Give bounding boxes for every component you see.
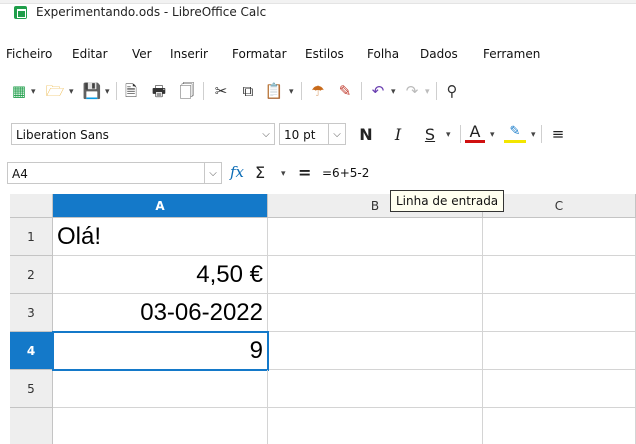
row-header-6[interactable] xyxy=(10,408,53,444)
formula-value: =6+5-2 xyxy=(322,166,370,180)
row-header-2[interactable]: 2 xyxy=(10,256,53,294)
cell-b1[interactable] xyxy=(268,218,483,256)
new-dropdown-arrow-icon[interactable]: ▾ xyxy=(31,87,36,97)
menu-bar: Ficheiro Editar Ver Inserir Formatar Est… xyxy=(0,41,636,63)
spreadsheet-grid[interactable]: A B C 1 2 3 4 5 Olá! 4,50 € 03-06-2022 9 xyxy=(0,194,636,444)
cell-b4[interactable] xyxy=(269,332,483,370)
calc-app-icon xyxy=(14,6,27,19)
cell-b2[interactable] xyxy=(268,256,483,294)
font-name-dropdown-icon[interactable]: ⌵ xyxy=(258,123,275,145)
cell-a6[interactable] xyxy=(53,408,268,444)
select-all-corner[interactable] xyxy=(10,194,53,218)
new-spreadsheet-icon[interactable]: ▦ xyxy=(10,82,28,100)
save-dropdown-arrow-icon[interactable]: ▾ xyxy=(105,87,110,97)
cell-c5[interactable] xyxy=(483,370,636,408)
toolbar-separator xyxy=(116,82,117,100)
cell-a4[interactable]: 9 xyxy=(52,331,269,371)
bold-button[interactable]: N xyxy=(356,123,376,145)
row-header-3[interactable]: 3 xyxy=(10,294,53,332)
menu-ficheiro[interactable]: Ficheiro xyxy=(6,47,52,61)
menu-dados[interactable]: Dados xyxy=(420,47,458,61)
font-size-value: 10 pt xyxy=(284,128,316,142)
find-icon[interactable]: ⚲ xyxy=(442,82,462,100)
cell-c2[interactable] xyxy=(483,256,636,294)
menu-folha[interactable]: Folha xyxy=(367,47,399,61)
formula-bar: A4 ⌵ fx Σ ▾ = =6+5-2 xyxy=(0,160,636,186)
menu-editar[interactable]: Editar xyxy=(72,47,108,61)
font-size-dropdown-icon[interactable]: ⌵ xyxy=(329,123,346,145)
cut-icon[interactable]: ✂ xyxy=(211,82,231,100)
name-box[interactable]: A4 xyxy=(7,162,205,184)
input-line-tooltip: Linha de entrada xyxy=(390,190,505,212)
cell-c6[interactable] xyxy=(483,408,636,444)
formatting-toolbar: Liberation Sans ⌵ 10 pt ⌵ N I S ▾ A ▾ ✎ … xyxy=(0,118,636,148)
menu-inserir[interactable]: Inserir xyxy=(170,47,208,61)
menu-ver[interactable]: Ver xyxy=(132,47,152,61)
function-wizard-icon[interactable]: fx xyxy=(230,163,244,181)
open-dropdown-arrow-icon[interactable]: ▾ xyxy=(69,87,74,97)
window-title: Experimentando.ods - LibreOffice Calc xyxy=(36,5,267,19)
underline-dropdown-arrow-icon[interactable]: ▾ xyxy=(446,130,451,140)
toolbar-separator xyxy=(541,125,542,143)
column-header-c[interactable]: C xyxy=(483,194,636,218)
sum-dropdown-arrow-icon[interactable]: ▾ xyxy=(281,169,286,179)
undo-dropdown-arrow-icon[interactable]: ▾ xyxy=(391,87,396,97)
title-top-strip xyxy=(0,0,636,4)
cell-b6[interactable] xyxy=(268,408,483,444)
cell-a5[interactable] xyxy=(53,370,268,408)
export-pdf-icon[interactable]: 🗎 xyxy=(122,82,140,100)
input-line[interactable]: =6+5-2 xyxy=(318,162,636,184)
cell-c1[interactable] xyxy=(483,218,636,256)
name-box-dropdown-icon[interactable]: ⌵ xyxy=(205,162,222,184)
column-header-a[interactable]: A xyxy=(53,194,268,218)
cell-a1[interactable]: Olá! xyxy=(53,218,268,256)
row-header-5[interactable]: 5 xyxy=(10,370,53,408)
toolbar-separator xyxy=(361,82,362,100)
menu-ferramentas[interactable]: Ferramen xyxy=(483,47,540,61)
menu-formatar[interactable]: Formatar xyxy=(232,47,287,61)
clone-formatting-icon[interactable]: ☂ xyxy=(309,82,327,100)
cell-c4[interactable] xyxy=(483,332,636,370)
standard-toolbar: ▦ ▾ 🗁 ▾ 💾 ▾ 🗎 🖶 🗍 ✂ ⧉ 📋 ▾ ☂ ✎ ↶ ▾ ↷ ▾ ⚲ xyxy=(0,76,636,106)
redo-dropdown-arrow-icon: ▾ xyxy=(425,87,430,97)
title-bar: Experimentando.ods - LibreOffice Calc xyxy=(0,0,636,22)
paste-icon[interactable]: 📋 xyxy=(264,82,284,100)
font-color-button[interactable]: A xyxy=(465,122,485,143)
underline-button[interactable]: S xyxy=(420,123,440,145)
toolbar-separator xyxy=(436,82,437,100)
highlight-color-icon[interactable]: ✎ xyxy=(504,123,526,143)
align-left-icon[interactable]: ≡ xyxy=(548,123,568,145)
cell-a3[interactable]: 03-06-2022 xyxy=(53,294,268,332)
font-color-dropdown-arrow-icon[interactable]: ▾ xyxy=(490,130,495,140)
cell-b5[interactable] xyxy=(268,370,483,408)
sum-icon[interactable]: Σ xyxy=(255,163,265,182)
cell-c3[interactable] xyxy=(483,294,636,332)
toolbar-separator xyxy=(460,125,461,143)
formula-icon[interactable]: = xyxy=(298,163,311,182)
font-name-box[interactable]: Liberation Sans xyxy=(11,123,275,145)
row-header-4[interactable]: 4 xyxy=(10,332,53,370)
toolbar-separator xyxy=(203,82,204,100)
copy-icon[interactable]: ⧉ xyxy=(238,82,258,100)
print-preview-icon[interactable]: 🗍 xyxy=(177,82,197,100)
undo-icon[interactable]: ↶ xyxy=(368,82,388,100)
toolbar-separator xyxy=(301,82,302,100)
menu-estilos[interactable]: Estilos xyxy=(305,47,344,61)
open-folder-icon[interactable]: 🗁 xyxy=(44,82,66,100)
cell-b3[interactable] xyxy=(268,294,483,332)
italic-button[interactable]: I xyxy=(388,123,408,145)
redo-icon: ↷ xyxy=(405,81,419,100)
clear-formatting-icon[interactable]: ✎ xyxy=(336,82,354,100)
font-name-value: Liberation Sans xyxy=(16,128,109,142)
save-icon[interactable]: 💾 xyxy=(82,82,102,100)
highlight-dropdown-arrow-icon[interactable]: ▾ xyxy=(531,130,536,140)
font-size-box[interactable]: 10 pt xyxy=(279,123,329,145)
paste-dropdown-arrow-icon[interactable]: ▾ xyxy=(289,87,294,97)
cell-a2[interactable]: 4,50 € xyxy=(53,256,268,294)
name-box-value: A4 xyxy=(12,167,28,181)
row-header-1[interactable]: 1 xyxy=(10,218,53,256)
print-icon[interactable]: 🖶 xyxy=(149,82,169,100)
